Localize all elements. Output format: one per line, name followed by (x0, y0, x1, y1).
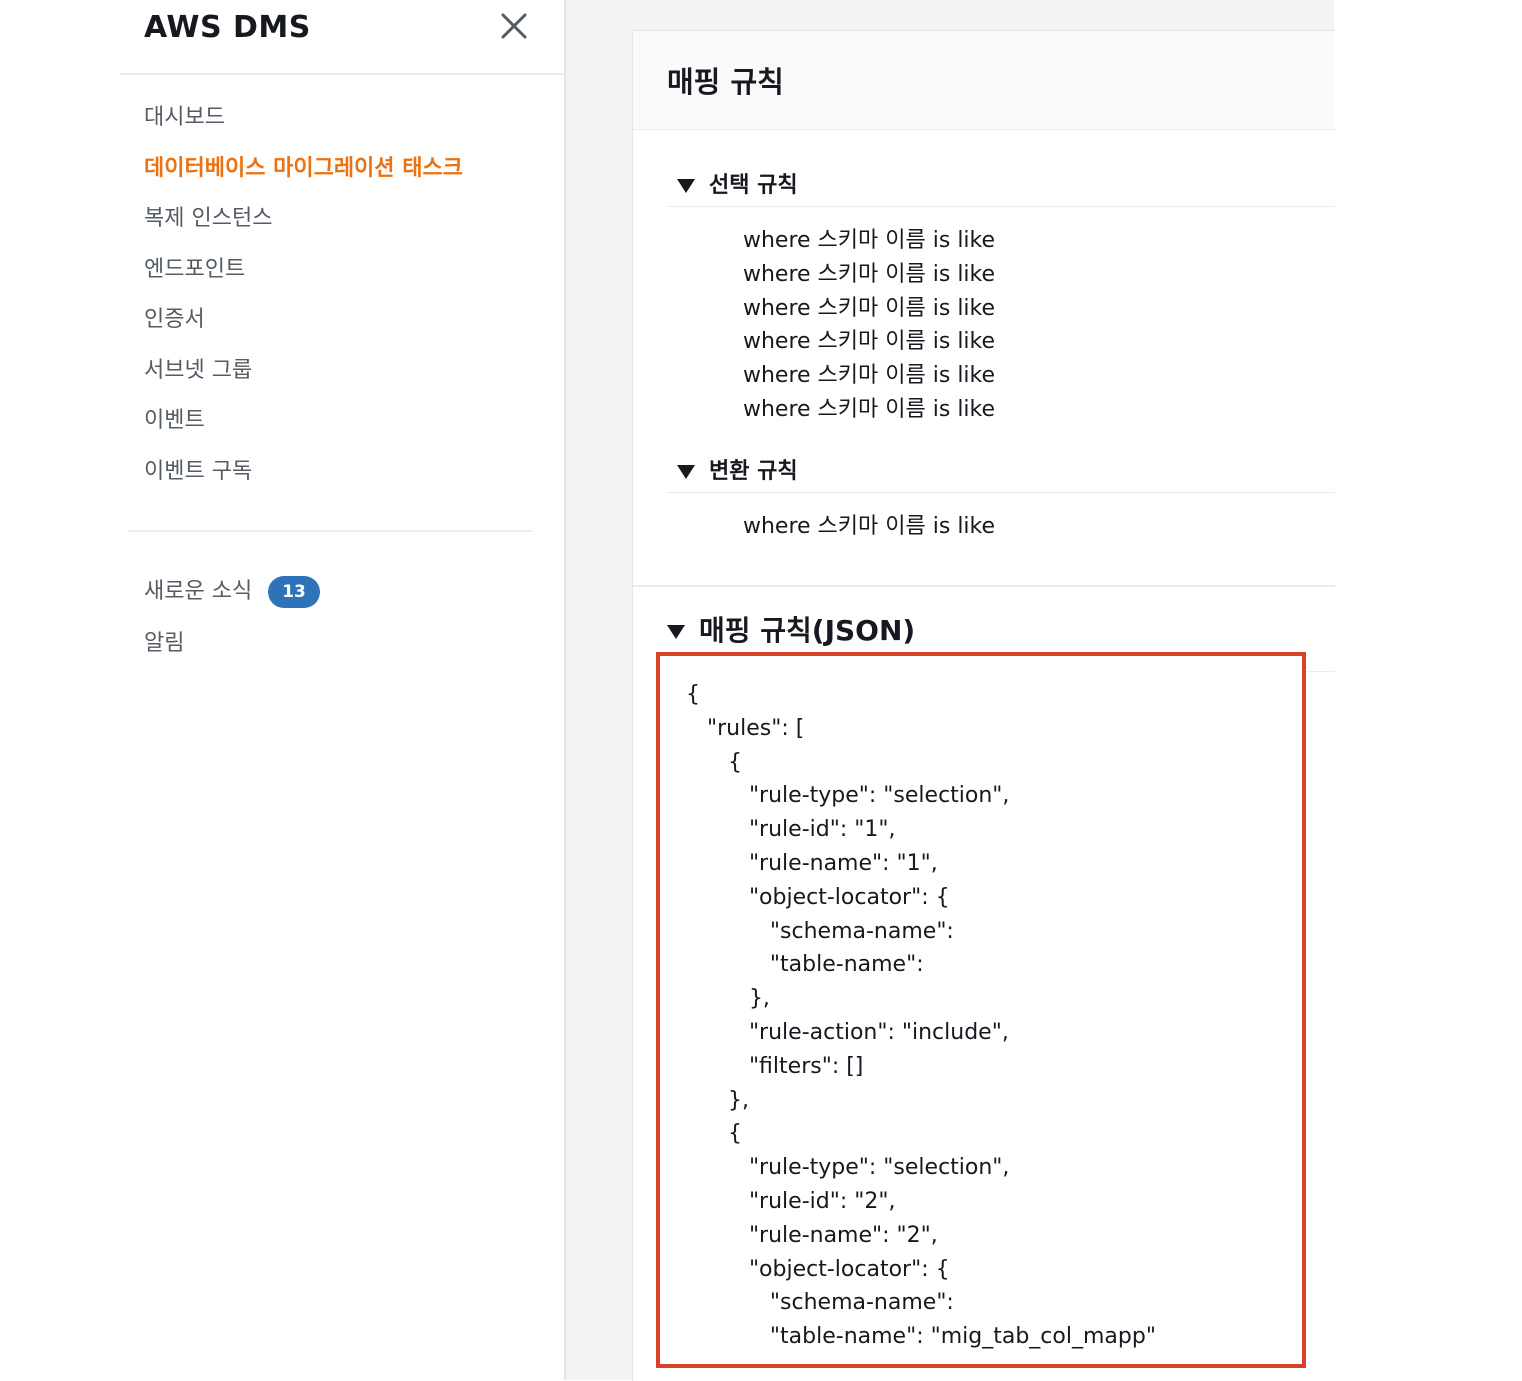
selection-rules-heading: 선택 규칙 (709, 173, 798, 198)
sidebar-item-dashboard[interactable]: 대시보드 (144, 100, 463, 151)
selection-rule-item: where 스키마 이름 is like (743, 363, 996, 389)
transformation-rule-item: where 스키마 이름 is like (743, 514, 996, 539)
selection-rule-item: where 스키마 이름 is like (743, 396, 996, 422)
selection-rule-item: where 스키마 이름 is like (743, 295, 996, 321)
sidebar-header-divider (120, 73, 564, 75)
sidebar-nav: 대시보드 데이터베이스 마이그레이션 태스크 복제 인스턴스 엔드포인트 인증서… (144, 100, 463, 504)
json-line: { (686, 682, 700, 707)
sidebar-item-replication-instances[interactable]: 복제 인스턴스 (144, 201, 463, 252)
json-rules-toggle[interactable]: 매핑 규칙(JSON) (667, 609, 915, 649)
json-line: "rule-id": "2", (686, 1188, 896, 1214)
selection-rules-list: where 스키마 이름 is like where 스키마 이름 is lik… (743, 224, 995, 427)
selection-rule-item: where 스키마 이름 is like (743, 329, 996, 355)
sidebar-secondary-nav: 새로운 소식 13 알림 (144, 570, 320, 674)
transformation-rules-heading: 변환 규칙 (709, 459, 798, 484)
sidebar-item-event-subscriptions[interactable]: 이벤트 구독 (144, 454, 463, 505)
sidebar-item-events[interactable]: 이벤트 (144, 403, 463, 454)
json-line: { (686, 749, 742, 775)
transformation-rules-toggle[interactable]: 변환 규칙 (677, 453, 798, 485)
json-line: "table-name": (686, 952, 924, 978)
caret-down-icon (677, 179, 695, 193)
transformation-rules-list: where 스키마 이름 is like (743, 510, 995, 544)
json-line: "object-locator": { (686, 1256, 950, 1282)
sidebar-item-notifications[interactable]: 알림 (144, 622, 320, 674)
caret-down-icon (677, 465, 695, 479)
json-line: { (686, 1121, 742, 1147)
notification-count-badge: 13 (268, 576, 320, 608)
sidebar-item-migration-tasks[interactable]: 데이터베이스 마이그레이션 태스크 (144, 151, 463, 202)
json-line: "schema-name": (686, 1290, 954, 1316)
sidebar-divider (128, 530, 532, 532)
section-divider (667, 492, 1335, 493)
json-code-block: { "rules": [ { "rule-type": "selection",… (686, 678, 1156, 1354)
selection-rules-toggle[interactable]: 선택 규칙 (677, 167, 798, 199)
panel-title: 매핑 규칙 (667, 65, 784, 99)
sidebar-item-whats-new[interactable]: 새로운 소식 13 (144, 570, 320, 622)
selection-rule-item: where 스키마 이름 is like (743, 261, 996, 287)
json-line: "schema-name": (686, 918, 954, 944)
sidebar-item-certificates[interactable]: 인증서 (144, 302, 463, 353)
sidebar-item-subnet-groups[interactable]: 서브넷 그룹 (144, 353, 463, 404)
json-line: "rule-type": "selection", (686, 783, 1010, 809)
json-line: "rule-type": "selection", (686, 1155, 1010, 1181)
section-separator (633, 585, 1335, 587)
json-line: "table-name": "mig_tab_col_mapp" (686, 1324, 1156, 1350)
panel-header: 매핑 규칙 (633, 31, 1335, 130)
json-line: "object-locator": { (686, 884, 950, 910)
json-rules-highlight-box: { "rules": [ { "rule-type": "selection",… (656, 652, 1306, 1368)
json-line: "rule-name": "1", (686, 850, 938, 876)
main-right-margin (1334, 0, 1522, 1380)
json-line: "rule-name": "2", (686, 1222, 938, 1248)
sidebar: AWS DMS 대시보드 데이터베이스 마이그레이션 태스크 복제 인스턴스 엔… (0, 0, 564, 1380)
sidebar-item-label: 새로운 소식 (144, 579, 253, 604)
json-rules-heading: 매핑 규칙(JSON) (699, 614, 916, 647)
json-line: "rules": [ (686, 715, 805, 741)
json-line: }, (686, 1087, 749, 1113)
sidebar-item-endpoints[interactable]: 엔드포인트 (144, 252, 463, 303)
close-icon[interactable] (498, 10, 530, 42)
section-divider (667, 206, 1335, 207)
json-line: "filters": [] (686, 1053, 864, 1079)
caret-down-icon (667, 625, 685, 639)
json-line: }, (686, 986, 770, 1012)
selection-rule-item: where 스키마 이름 is like (743, 228, 996, 253)
json-line: "rule-action": "include", (686, 1019, 1009, 1045)
app-title: AWS DMS (144, 10, 311, 45)
json-line: "rule-id": "1", (686, 817, 896, 843)
